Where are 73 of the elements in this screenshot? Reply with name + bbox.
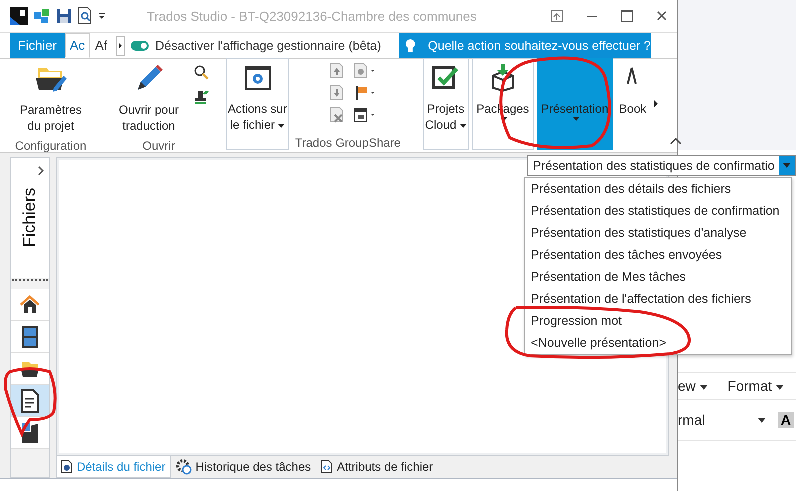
- menu-item[interactable]: ew: [678, 378, 708, 394]
- bottom-tab[interactable]: Attributs de fichier: [316, 456, 438, 478]
- ribbon-button[interactable]: Book: [616, 58, 650, 150]
- list-option[interactable]: Présentation des détails des fichiers: [525, 178, 791, 200]
- ribbon-button[interactable]: Actions sur le fichier: [226, 58, 290, 150]
- ribbon-tab[interactable]: Ac: [65, 33, 90, 58]
- lightbulb-icon: [405, 38, 416, 54]
- list-option[interactable]: Présentation des tâches envoyées: [525, 244, 791, 266]
- menu-item[interactable]: Format: [728, 378, 784, 394]
- book-icon: [19, 422, 41, 444]
- pane-title: Fichiers: [20, 188, 40, 248]
- search-icon[interactable]: [194, 65, 210, 81]
- caret-icon: [572, 117, 580, 121]
- sidebar-item[interactable]: [11, 385, 49, 417]
- save-icon[interactable]: [56, 8, 72, 24]
- scroll-right-icon[interactable]: [116, 36, 126, 56]
- toggle-switch[interactable]: [131, 40, 150, 50]
- app-logo-icon[interactable]: [10, 7, 28, 25]
- calendar-icon[interactable]: [354, 107, 376, 123]
- restore-ribbon-icon[interactable]: [551, 10, 563, 22]
- caret-icon: [700, 384, 708, 390]
- list-option[interactable]: Progression mot: [525, 310, 791, 332]
- customize-icon[interactable]: [98, 12, 106, 20]
- stamp-icon[interactable]: [194, 89, 210, 105]
- ribbon-tab[interactable]: Af: [90, 33, 112, 58]
- document-icon: [20, 388, 40, 412]
- caret-icon[interactable]: [758, 418, 766, 422]
- ribbon-button[interactable]: Projets Cloud: [422, 58, 469, 150]
- group-label: Ouvrir: [142, 139, 176, 155]
- file-tab[interactable]: Fichier: [10, 33, 66, 58]
- ribbon-button[interactable]: Présentation: [536, 58, 613, 150]
- group-label: Trados GroupShare: [295, 136, 401, 152]
- close-icon[interactable]: [656, 10, 668, 22]
- download-document-icon[interactable]: [330, 85, 344, 101]
- window-title: Trados Studio - BT-Q23092136-Chambre des communes: [146, 8, 478, 24]
- sidebar-item[interactable]: [11, 289, 49, 321]
- list-option[interactable]: Présentation des statistiques d'analyse: [525, 222, 791, 244]
- caret-icon: [460, 124, 467, 128]
- ribbon-button[interactable]: Ouvrir pour traduction: [108, 59, 190, 139]
- tell-me-field[interactable]: Quelle action souhaitez-vous effectuer ?: [399, 33, 651, 58]
- layout-dropdown[interactable]: Présentation des statistiques de confirmatio: [527, 155, 796, 176]
- ribbon-button[interactable]: Paramètres du projet: [10, 59, 92, 139]
- list-option[interactable]: Présentation de Mes tâches: [525, 266, 791, 288]
- flag-icon[interactable]: [354, 85, 376, 101]
- chevron-right-icon[interactable]: [37, 166, 45, 176]
- group-label: Configuration: [15, 139, 87, 155]
- home-icon: [19, 294, 41, 316]
- code-document-icon: [321, 460, 334, 474]
- dropdown-arrow-icon: [783, 163, 791, 168]
- scroll-right-icon[interactable]: [652, 99, 659, 109]
- gear-window-icon: [244, 63, 272, 93]
- maximize-icon[interactable]: [621, 10, 633, 22]
- style-field[interactable]: rmal: [678, 412, 758, 428]
- upload-document-icon[interactable]: [330, 63, 344, 79]
- puzzle-icon[interactable]: [33, 7, 51, 25]
- bottom-tab[interactable]: Historique des tâches: [170, 456, 316, 478]
- print-preview-icon[interactable]: [77, 7, 93, 25]
- bold-button[interactable]: A: [778, 412, 794, 428]
- list-option[interactable]: Présentation de l'affectation des fichiers: [525, 288, 791, 310]
- collapse-ribbon-icon[interactable]: [670, 137, 682, 145]
- list-option[interactable]: <Nouvelle présentation>: [525, 332, 791, 354]
- list-option[interactable]: Présentation des statistiques de confirmation: [525, 200, 791, 222]
- info-document-icon: [61, 460, 73, 474]
- toggle-label: Désactiver l'affichage gestionnaire (bêta): [155, 38, 382, 52]
- sidebar-item[interactable]: [11, 321, 49, 353]
- sidebar-item[interactable]: [11, 353, 49, 385]
- document-status-icon[interactable]: [354, 63, 376, 79]
- remove-document-icon[interactable]: [330, 107, 344, 123]
- caret-icon: [776, 384, 784, 390]
- caret-icon: [278, 124, 286, 128]
- bottom-tab[interactable]: Détails du fichier: [56, 456, 171, 478]
- gear-clock-icon: [176, 458, 192, 474]
- cabinet-icon: [19, 324, 41, 348]
